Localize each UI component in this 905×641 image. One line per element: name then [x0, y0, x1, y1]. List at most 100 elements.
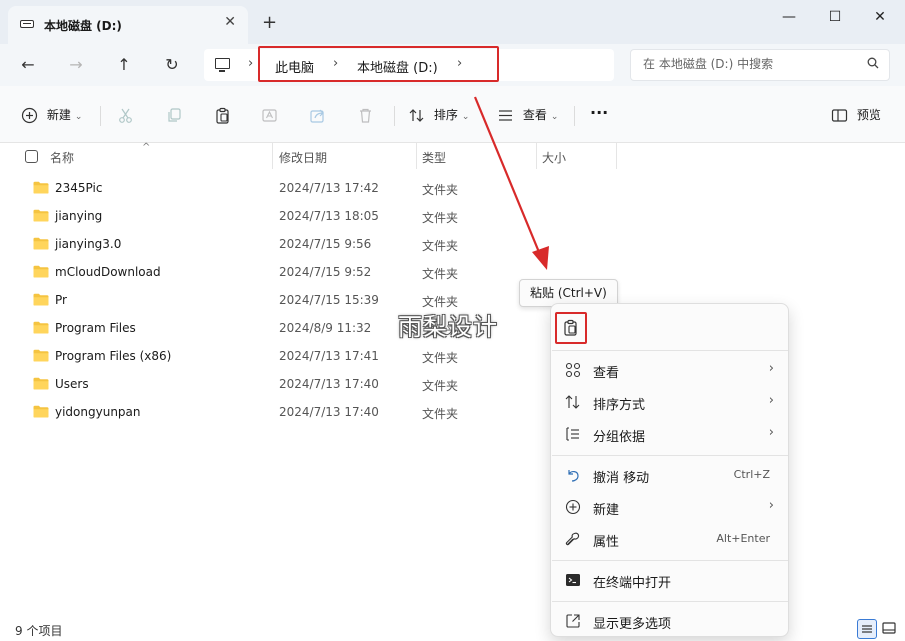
menu-item-show-more-options[interactable]: 显示更多选项 [555, 606, 784, 636]
column-divider[interactable] [536, 143, 537, 169]
file-modified-date: 2024/7/13 18:05 [279, 209, 379, 223]
preview-pane-button[interactable]: 预览 [831, 103, 881, 127]
search-input[interactable] [643, 57, 853, 71]
preview-label: 预览 [856, 108, 881, 122]
select-all-checkbox[interactable] [25, 150, 38, 163]
file-modified-date: 2024/7/13 17:40 [279, 405, 379, 419]
view-label: 查看 [522, 108, 547, 122]
details-view-toggle[interactable] [857, 619, 877, 639]
maximize-button[interactable]: ☐ [813, 4, 857, 32]
folder-icon [33, 265, 49, 278]
trash-icon [360, 108, 371, 123]
new-label: 新建 [46, 108, 71, 122]
close-window-button[interactable]: ✕ [858, 4, 902, 32]
close-tab-icon[interactable]: ✕ [224, 14, 236, 30]
file-type: 文件夹 [422, 407, 459, 421]
column-header-size[interactable]: 大小 [542, 149, 566, 166]
menu-item-label: 显示更多选项 [593, 617, 672, 632]
file-type: 文件夹 [422, 351, 459, 365]
refresh-button[interactable]: ↻ [158, 51, 186, 79]
group-icon [566, 427, 579, 441]
folder-icon [33, 377, 49, 390]
menu-item-view[interactable]: 查看 › [555, 355, 784, 385]
menu-item-undo-move[interactable]: 撤消 移动 Ctrl+Z [555, 460, 784, 490]
file-row[interactable]: mCloudDownload 2024/7/15 9:52 文件夹 [0, 258, 760, 286]
delete-button[interactable] [357, 103, 374, 127]
rename-button[interactable] [261, 103, 278, 127]
file-name: Program Files (x86) [55, 349, 172, 363]
file-row[interactable]: 2345Pic 2024/7/13 17:42 文件夹 [0, 174, 760, 202]
column-divider[interactable] [416, 143, 417, 169]
clipboard-icon [216, 107, 229, 124]
column-divider[interactable] [272, 143, 273, 169]
tab-local-disk-d[interactable]: 本地磁盘 (D:) ✕ [8, 6, 248, 44]
folder-icon [33, 293, 49, 306]
folder-icon [33, 321, 49, 334]
file-row[interactable]: jianying 2024/7/13 18:05 文件夹 [0, 202, 760, 230]
file-type: 文件夹 [422, 239, 459, 253]
menu-item-label: 分组依据 [593, 430, 646, 445]
file-name: mCloudDownload [55, 265, 161, 279]
column-header-modified[interactable]: 修改日期 [279, 149, 327, 166]
file-name: 2345Pic [55, 181, 103, 195]
chevron-right-icon: › [768, 393, 774, 408]
menu-item-group-by[interactable]: 分组依据 › [555, 419, 784, 449]
paste-menu-button[interactable] [555, 312, 587, 344]
chevron-right-icon[interactable]: › [248, 56, 253, 71]
copy-button[interactable] [166, 103, 183, 127]
more-options-button[interactable]: ··· [590, 101, 608, 125]
file-modified-date: 2024/7/13 17:40 [279, 377, 379, 391]
chevron-right-icon: › [768, 361, 774, 376]
back-button[interactable]: ← [14, 51, 42, 79]
file-type: 文件夹 [422, 267, 459, 281]
menu-item-properties[interactable]: 属性 Alt+Enter [555, 524, 784, 554]
new-tab-button[interactable]: + [262, 12, 277, 33]
chevron-down-icon: ⌄ [74, 112, 83, 122]
search-box[interactable] [630, 49, 890, 81]
menu-item-open-in-terminal[interactable]: 在终端中打开 [555, 565, 784, 595]
file-name: Users [55, 377, 89, 391]
forward-button[interactable]: → [62, 51, 90, 79]
file-type: 文件夹 [422, 211, 459, 225]
menu-item-new[interactable]: 新建 › [555, 492, 784, 522]
file-modified-date: 2024/7/15 9:52 [279, 265, 372, 279]
paste-toolbar-button[interactable] [214, 103, 231, 127]
shortcut-text: Ctrl+Z [733, 468, 770, 481]
drive-icon [20, 20, 34, 28]
cut-button[interactable] [117, 103, 134, 127]
open-external-icon [566, 614, 580, 628]
search-icon[interactable] [867, 57, 879, 69]
computer-icon [215, 58, 230, 72]
share-button[interactable] [309, 103, 326, 127]
minimize-button[interactable]: — [767, 4, 811, 32]
menu-divider [552, 350, 788, 351]
sort-button[interactable]: 排序 ⌄ [408, 103, 469, 127]
view-list-icon [499, 110, 512, 121]
file-modified-date: 2024/8/9 11:32 [279, 321, 372, 335]
column-header-type[interactable]: 类型 [422, 149, 446, 166]
chevron-down-icon: ⌄ [550, 112, 559, 122]
sort-icon [565, 395, 580, 409]
menu-divider [552, 455, 788, 456]
copy-icon [168, 108, 181, 122]
column-header-name[interactable]: 名称 [50, 149, 74, 166]
menu-item-label: 排序方式 [593, 398, 646, 413]
new-button[interactable]: 新建 ⌄ [21, 103, 82, 127]
menu-item-sort-by[interactable]: 排序方式 › [555, 387, 784, 417]
menu-item-label: 撤消 移动 [593, 471, 650, 486]
menu-item-label: 属性 [593, 535, 620, 550]
file-type: 文件夹 [422, 379, 459, 393]
view-button[interactable]: 查看 ⌄ [497, 103, 558, 127]
breadcrumb-highlight-box [258, 46, 499, 82]
tiles-view-toggle[interactable] [880, 619, 900, 639]
file-name: Program Files [55, 321, 136, 335]
column-divider[interactable] [616, 143, 617, 169]
file-name: yidongyunpan [55, 405, 141, 419]
clipboard-icon [564, 319, 577, 336]
up-button[interactable]: ↑ [110, 51, 138, 79]
folder-icon [33, 237, 49, 250]
divider [394, 106, 395, 126]
file-row[interactable]: jianying3.0 2024/7/15 9:56 文件夹 [0, 230, 760, 258]
file-name: jianying3.0 [55, 237, 122, 251]
plus-circle-icon [21, 107, 38, 124]
